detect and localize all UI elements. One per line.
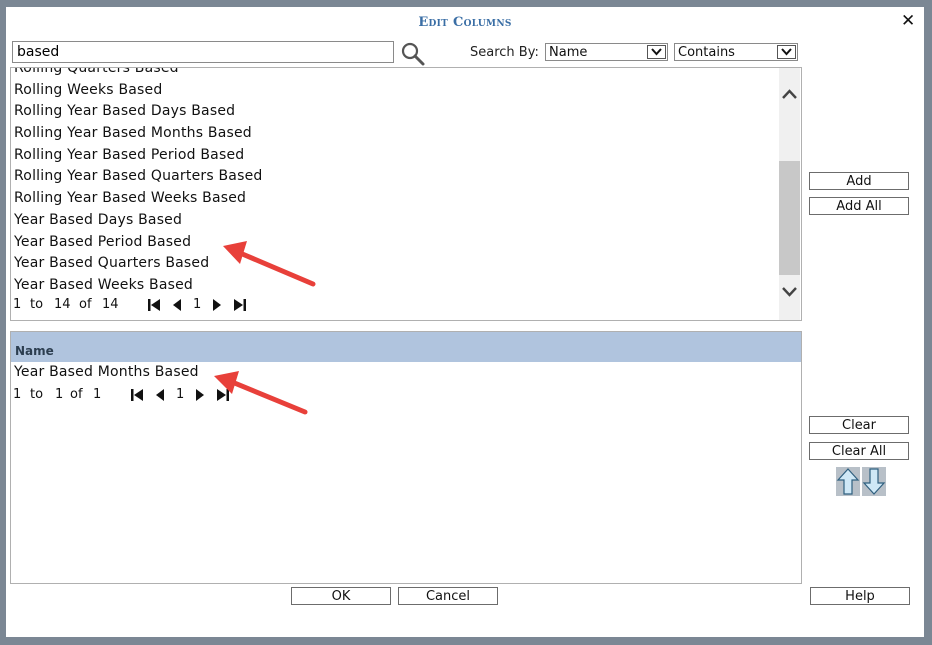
available-pager: 1 to 14 of 14 1 bbox=[13, 297, 273, 315]
list-item[interactable]: Rolling Weeks Based bbox=[14, 80, 262, 102]
search-by-label: Search By: bbox=[470, 45, 539, 60]
search-icon[interactable] bbox=[400, 41, 426, 67]
last-page-icon[interactable] bbox=[216, 388, 230, 402]
pager-to: 14 bbox=[54, 297, 71, 312]
clear-button[interactable]: Clear bbox=[809, 416, 909, 434]
prev-page-icon[interactable] bbox=[154, 388, 166, 402]
move-up-button[interactable] bbox=[836, 467, 860, 496]
edit-columns-dialog: Edit Columns ✕ Search By: Name Contains … bbox=[6, 7, 924, 637]
selected-columns-panel: Name Year Based Months Based 1 to 1 of 1… bbox=[10, 331, 802, 584]
next-page-icon[interactable] bbox=[194, 388, 206, 402]
pager-total: 1 bbox=[93, 387, 102, 402]
prev-page-icon[interactable] bbox=[171, 298, 183, 312]
pager-to-label: to bbox=[30, 297, 44, 312]
list-item[interactable]: Rolling Year Based Weeks Based bbox=[14, 188, 262, 210]
list-item[interactable]: Rolling Year Based Period Based bbox=[14, 145, 262, 167]
search-field-value: Name bbox=[549, 45, 588, 60]
chevron-down-icon[interactable] bbox=[779, 282, 800, 302]
chevron-down-icon[interactable] bbox=[647, 45, 666, 59]
pager-to: 1 bbox=[55, 387, 64, 402]
pager-page: 1 bbox=[176, 387, 185, 402]
list-item[interactable]: Rolling Quarters Based bbox=[14, 68, 262, 80]
available-columns-list: Rolling Quarters Based Rolling Weeks Bas… bbox=[14, 68, 262, 297]
selected-pager: 1 to 1 of 1 1 bbox=[13, 387, 253, 405]
search-match-value: Contains bbox=[678, 45, 735, 60]
move-down-arrow-icon bbox=[862, 468, 886, 495]
dialog-title: Edit Columns bbox=[418, 15, 512, 30]
pager-page: 1 bbox=[193, 297, 202, 312]
list-item[interactable]: Year Based Period Based bbox=[14, 232, 262, 254]
pager-to-label: to bbox=[30, 387, 44, 402]
first-page-icon[interactable] bbox=[147, 298, 161, 312]
clear-all-button[interactable]: Clear All bbox=[809, 442, 909, 460]
pager-from: 1 bbox=[13, 387, 22, 402]
chevron-up-icon[interactable] bbox=[779, 84, 800, 104]
available-columns-panel: Rolling Quarters Based Rolling Weeks Bas… bbox=[10, 67, 802, 321]
list-item[interactable]: Year Based Weeks Based bbox=[14, 275, 262, 297]
search-match-select[interactable]: Contains bbox=[674, 43, 798, 61]
cancel-button[interactable]: Cancel bbox=[398, 587, 498, 605]
selected-columns-header: Name bbox=[11, 332, 801, 362]
move-down-button[interactable] bbox=[862, 467, 886, 496]
list-item[interactable]: Rolling Year Based Quarters Based bbox=[14, 166, 262, 188]
add-all-button[interactable]: Add All bbox=[809, 197, 909, 215]
search-input[interactable] bbox=[12, 41, 394, 63]
list-item[interactable]: Rolling Year Based Months Based bbox=[14, 123, 262, 145]
move-up-arrow-icon bbox=[836, 468, 860, 495]
ok-button[interactable]: OK bbox=[291, 587, 391, 605]
pager-from: 1 bbox=[13, 297, 22, 312]
pager-of-label: of bbox=[70, 387, 83, 402]
search-field-select[interactable]: Name bbox=[545, 43, 668, 61]
list-item[interactable]: Year Based Days Based bbox=[14, 210, 262, 232]
table-row[interactable]: Year Based Months Based bbox=[14, 364, 199, 380]
column-header-name: Name bbox=[15, 344, 54, 358]
help-button[interactable]: Help bbox=[810, 587, 910, 605]
pager-of-label: of bbox=[79, 297, 92, 312]
list-scrollbar[interactable] bbox=[779, 68, 800, 320]
close-icon[interactable]: ✕ bbox=[901, 13, 915, 30]
first-page-icon[interactable] bbox=[130, 388, 144, 402]
add-button[interactable]: Add bbox=[809, 172, 909, 190]
scrollbar-thumb[interactable] bbox=[779, 161, 800, 275]
pager-total: 14 bbox=[102, 297, 119, 312]
list-item[interactable]: Year Based Quarters Based bbox=[14, 253, 262, 275]
last-page-icon[interactable] bbox=[233, 298, 247, 312]
next-page-icon[interactable] bbox=[211, 298, 223, 312]
list-item[interactable]: Rolling Year Based Days Based bbox=[14, 101, 262, 123]
chevron-down-icon[interactable] bbox=[777, 45, 796, 59]
